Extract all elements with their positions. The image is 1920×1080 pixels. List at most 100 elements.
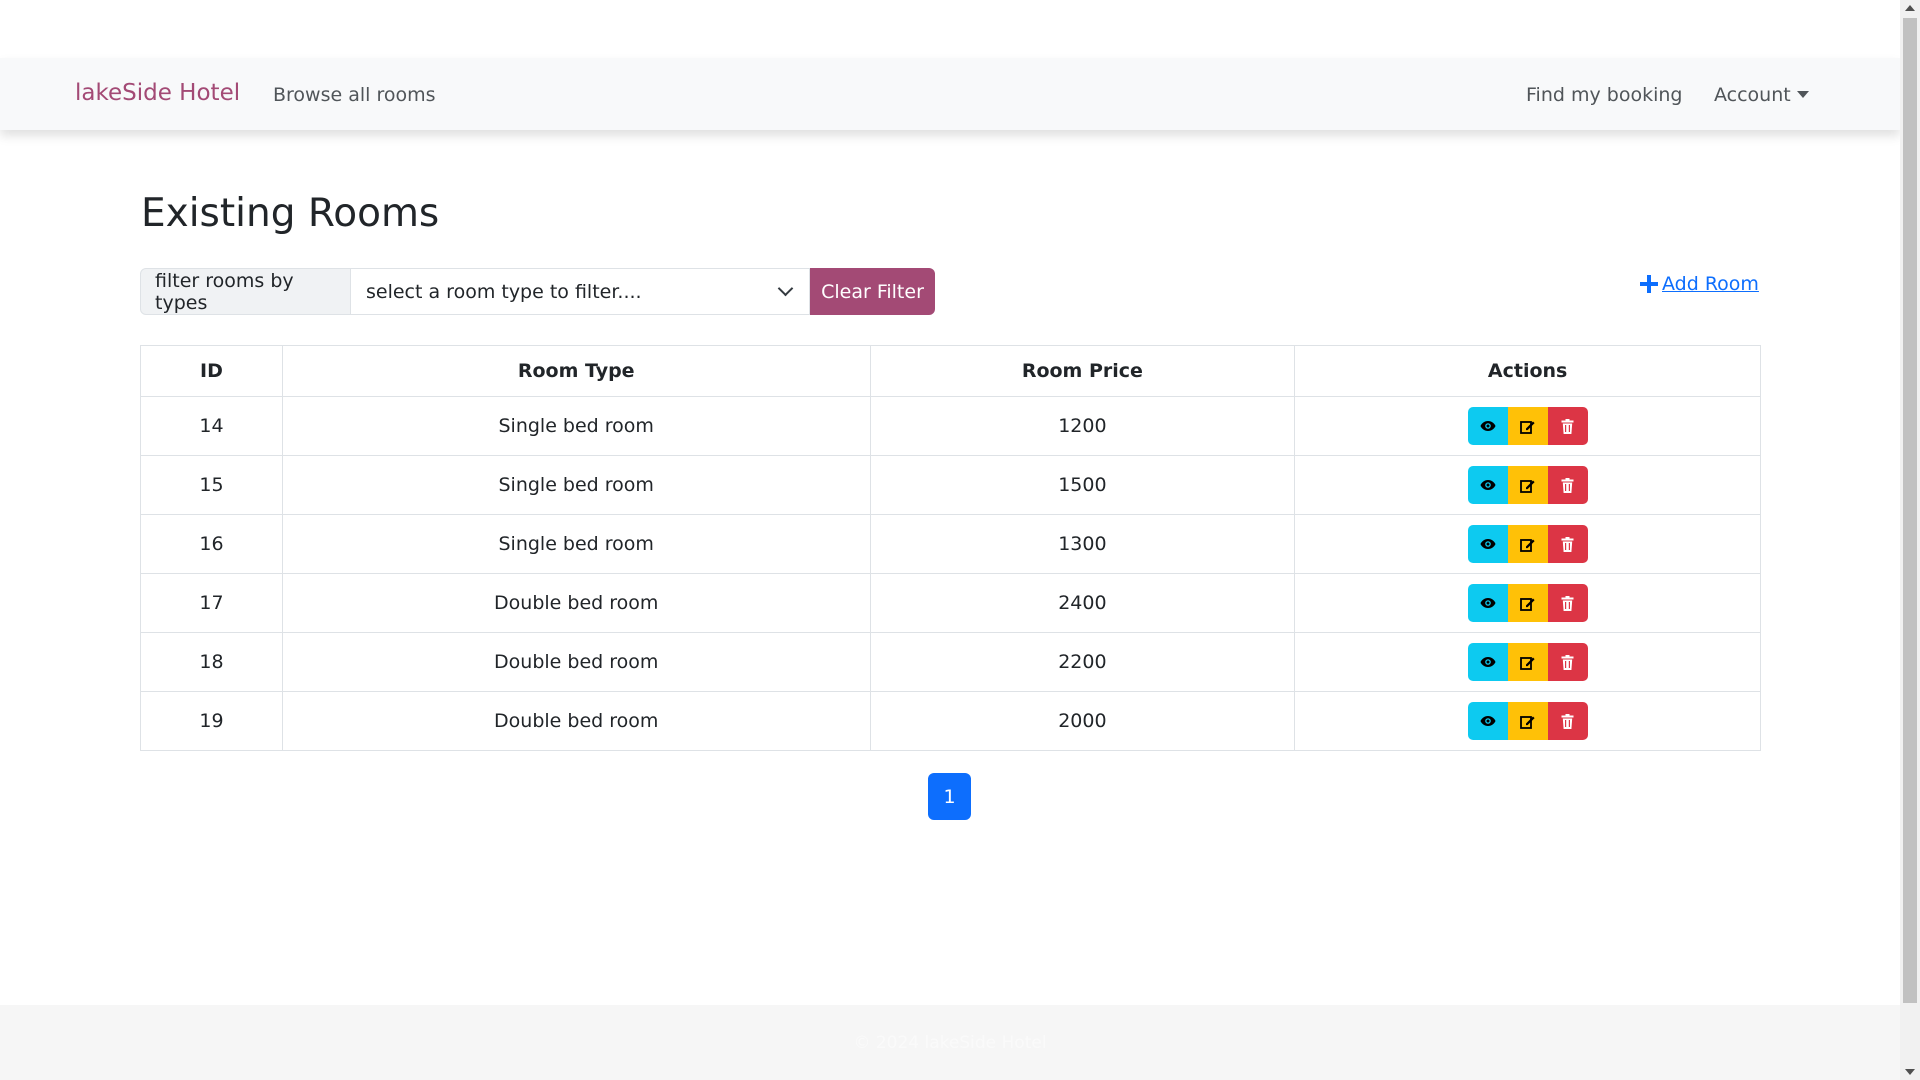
edit-icon: [1520, 419, 1535, 434]
nav-account-dropdown[interactable]: Account: [1714, 84, 1809, 106]
edit-icon: [1520, 537, 1535, 552]
eye-icon: [1480, 479, 1496, 491]
cell-actions: [1294, 573, 1761, 633]
scroll-thumb[interactable]: [1903, 18, 1917, 1003]
view-room-button[interactable]: [1467, 643, 1508, 681]
nav-browse-rooms[interactable]: Browse all rooms: [273, 84, 436, 106]
view-room-button[interactable]: [1467, 466, 1508, 504]
cell-actions: [1294, 455, 1761, 515]
edit-icon: [1520, 478, 1535, 493]
cell-id: 16: [140, 514, 283, 574]
table-row: 17 Double bed room 2400: [140, 573, 1761, 633]
edit-icon: [1520, 655, 1535, 670]
trash-icon: [1561, 713, 1574, 729]
eye-icon: [1480, 420, 1496, 432]
room-type-select-placeholder: select a room type to filter....: [366, 280, 642, 303]
edit-room-button[interactable]: [1507, 643, 1548, 681]
view-room-button[interactable]: [1467, 584, 1508, 622]
header-room-type: Room Type: [281, 345, 871, 397]
row-actions: [1467, 525, 1588, 563]
trash-icon: [1561, 418, 1574, 434]
rooms-table: ID Room Type Room Price Actions 14 Single…: [140, 345, 1761, 751]
view-room-button[interactable]: [1467, 407, 1508, 445]
rooms-table-body: 14 Single bed room 1200 15 Single bed room 15…: [140, 396, 1761, 751]
delete-room-button[interactable]: [1547, 643, 1588, 681]
nav-find-booking[interactable]: Find my booking: [1526, 84, 1682, 106]
footer: © 2024 lakeSide Hotel: [0, 1005, 1900, 1080]
cell-room-type: Double bed room: [281, 691, 871, 751]
edit-room-button[interactable]: [1507, 702, 1548, 740]
scroll-down-arrow-icon[interactable]: [1905, 1069, 1915, 1075]
cell-room-type: Single bed room: [281, 514, 871, 574]
page: lakeSide Hotel Browse all rooms Find my …: [0, 0, 1900, 1080]
room-type-select[interactable]: select a room type to filter....: [351, 268, 810, 315]
cell-room-price: 2400: [869, 573, 1296, 633]
trash-icon: [1561, 595, 1574, 611]
table-row: 15 Single bed room 1500: [140, 455, 1761, 515]
row-actions: [1467, 466, 1588, 504]
table-row: 18 Double bed room 2200: [140, 632, 1761, 692]
cell-room-price: 1300: [869, 514, 1296, 574]
cell-room-type: Double bed room: [281, 632, 871, 692]
eye-icon: [1480, 715, 1496, 727]
row-actions: [1467, 702, 1588, 740]
cell-room-price: 2000: [869, 691, 1296, 751]
delete-room-button[interactable]: [1547, 584, 1588, 622]
header-room-price: Room Price: [869, 345, 1296, 397]
eye-icon: [1480, 597, 1496, 609]
edit-room-button[interactable]: [1507, 466, 1548, 504]
delete-room-button[interactable]: [1547, 466, 1588, 504]
add-room-link[interactable]: Add Room: [1640, 273, 1759, 295]
cell-room-type: Single bed room: [281, 455, 871, 515]
delete-room-button[interactable]: [1547, 702, 1588, 740]
add-room-label: Add Room: [1662, 273, 1759, 295]
row-actions: [1467, 643, 1588, 681]
edit-room-button[interactable]: [1507, 525, 1548, 563]
table-row: 14 Single bed room 1200: [140, 396, 1761, 456]
row-actions: [1467, 407, 1588, 445]
edit-icon: [1520, 714, 1535, 729]
brand-link[interactable]: lakeSide Hotel: [75, 80, 240, 106]
cell-id: 18: [140, 632, 283, 692]
cell-id: 14: [140, 396, 283, 456]
delete-room-button[interactable]: [1547, 407, 1588, 445]
cell-room-type: Single bed room: [281, 396, 871, 456]
page-title: Existing Rooms: [141, 191, 440, 236]
eye-icon: [1480, 538, 1496, 550]
view-room-button[interactable]: [1467, 702, 1508, 740]
pagination-page-1[interactable]: 1: [928, 773, 971, 820]
cell-room-type: Double bed room: [281, 573, 871, 633]
vertical-scrollbar[interactable]: [1900, 0, 1920, 1080]
view-room-button[interactable]: [1467, 525, 1508, 563]
cell-id: 19: [140, 691, 283, 751]
scroll-up-arrow-icon[interactable]: [1905, 5, 1915, 11]
room-type-filter: filter rooms by types select a room type…: [140, 268, 935, 315]
account-label: Account: [1714, 84, 1791, 106]
filter-label: filter rooms by types: [140, 268, 351, 315]
cell-actions: [1294, 396, 1761, 456]
cell-room-price: 1200: [869, 396, 1296, 456]
cell-actions: [1294, 514, 1761, 574]
table-row: 16 Single bed room 1300: [140, 514, 1761, 574]
cell-actions: [1294, 691, 1761, 751]
cell-id: 17: [140, 573, 283, 633]
table-header-row: ID Room Type Room Price Actions: [140, 345, 1761, 397]
edit-room-button[interactable]: [1507, 407, 1548, 445]
clear-filter-button[interactable]: Clear Filter: [810, 268, 935, 315]
cell-id: 15: [140, 455, 283, 515]
table-row: 19 Double bed room 2000: [140, 691, 1761, 751]
edit-icon: [1520, 596, 1535, 611]
header-actions: Actions: [1294, 345, 1761, 397]
trash-icon: [1561, 654, 1574, 670]
edit-room-button[interactable]: [1507, 584, 1548, 622]
trash-icon: [1561, 536, 1574, 552]
caret-down-icon: [1796, 91, 1809, 98]
header-id: ID: [140, 345, 283, 397]
navbar: lakeSide Hotel Browse all rooms Find my …: [0, 58, 1900, 130]
cell-actions: [1294, 632, 1761, 692]
delete-room-button[interactable]: [1547, 525, 1588, 563]
eye-icon: [1480, 656, 1496, 668]
cell-room-price: 1500: [869, 455, 1296, 515]
cell-room-price: 2200: [869, 632, 1296, 692]
row-actions: [1467, 584, 1588, 622]
